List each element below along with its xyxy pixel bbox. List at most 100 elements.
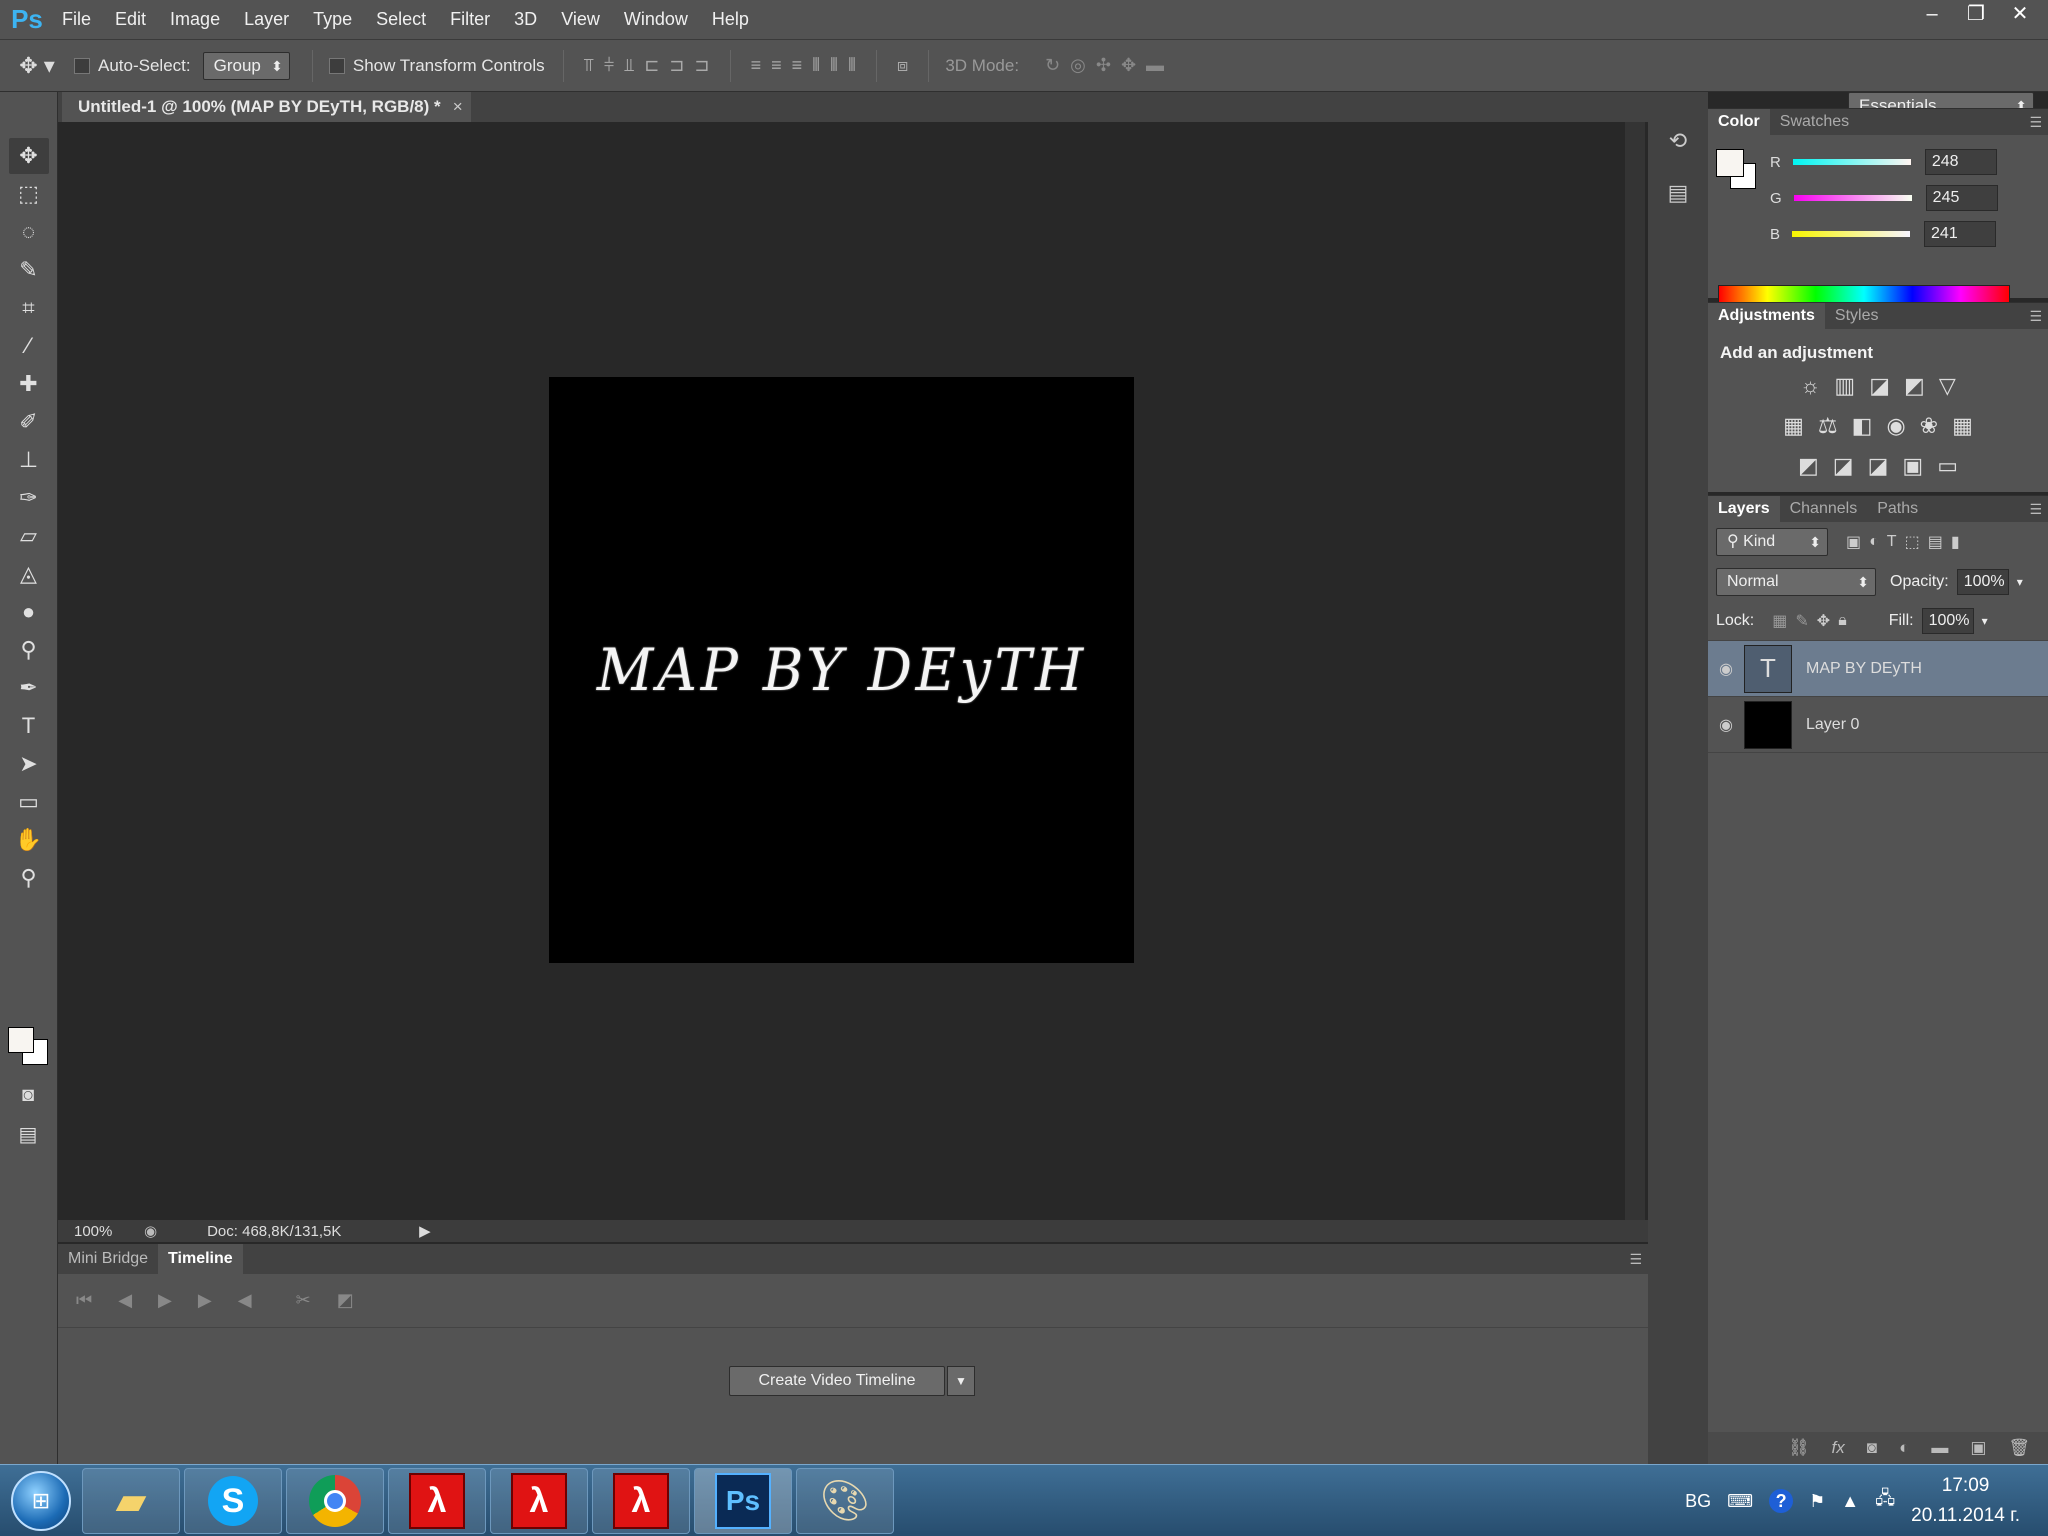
move-tool-preset-icon[interactable]: ✥ ▾ bbox=[0, 46, 74, 86]
align-top-icon[interactable]: ⫪ bbox=[584, 55, 594, 76]
filter-type-icon[interactable]: T bbox=[1887, 533, 1897, 551]
red-slider[interactable] bbox=[1792, 159, 1911, 165]
layer-item[interactable]: ◉ Layer 0 bbox=[1708, 697, 2048, 753]
lasso-tool-icon[interactable]: ◌ bbox=[9, 214, 49, 250]
canvas-text-layer[interactable]: MAP BY DEyTH bbox=[596, 636, 1086, 704]
paint-taskbar-button[interactable]: 🎨︎ bbox=[796, 1467, 894, 1534]
menu-window[interactable]: Window bbox=[612, 9, 700, 30]
distribute-vcenter-icon[interactable]: ≡ bbox=[771, 55, 782, 76]
type-tool-icon[interactable]: T bbox=[9, 708, 49, 744]
photo-filter-icon[interactable]: ◉ bbox=[1886, 413, 1905, 439]
3d-rotate-icon[interactable]: ↻ bbox=[1045, 55, 1060, 76]
prev-frame-icon[interactable]: ◀ bbox=[118, 1290, 132, 1311]
close-button[interactable]: ✕ bbox=[1998, 0, 2042, 28]
explorer-taskbar-button[interactable]: ▰ bbox=[82, 1467, 180, 1534]
audio-icon[interactable]: ◀ bbox=[238, 1290, 252, 1311]
tab-styles[interactable]: Styles bbox=[1825, 303, 1889, 329]
align-right-icon[interactable]: ⊐ bbox=[694, 55, 709, 76]
restore-button[interactable]: ❐ bbox=[1954, 0, 1998, 28]
status-menu-arrow-icon[interactable]: ▶ bbox=[419, 1222, 431, 1240]
brightness-contrast-icon[interactable]: ☼ bbox=[1800, 373, 1820, 399]
menu-3d[interactable]: 3D bbox=[502, 9, 549, 30]
action-center-icon[interactable]: ⚑ bbox=[1809, 1491, 1825, 1512]
auto-select-dropdown[interactable]: Group bbox=[202, 51, 290, 80]
layer-kind-filter[interactable]: ⚲ Kind bbox=[1716, 528, 1828, 556]
zoom-tool-icon[interactable]: ⚲ bbox=[9, 860, 49, 896]
link-layers-icon[interactable]: ⛓ bbox=[1788, 1438, 1810, 1458]
fill-dropdown-icon[interactable]: ▾ bbox=[1982, 614, 1988, 628]
language-indicator[interactable]: BG bbox=[1685, 1491, 1711, 1512]
blue-value[interactable]: 241 bbox=[1924, 221, 1997, 247]
screen-mode-icon[interactable]: ▤ bbox=[8, 1122, 48, 1152]
tab-channels[interactable]: Channels bbox=[1780, 496, 1868, 522]
distribute-hcenter-icon[interactable]: ⦀ bbox=[830, 55, 838, 76]
zoom-level[interactable]: 100% bbox=[58, 1223, 118, 1240]
blend-mode-dropdown[interactable]: Normal bbox=[1716, 568, 1876, 596]
rectangle-tool-icon[interactable]: ▭ bbox=[9, 784, 49, 820]
brush-tool-icon[interactable]: ✐ bbox=[9, 404, 49, 440]
show-transform-check-icon[interactable] bbox=[328, 57, 345, 74]
curves-icon[interactable]: ◪ bbox=[1869, 373, 1890, 399]
split-icon[interactable]: ✂ bbox=[296, 1290, 311, 1311]
status-icon[interactable]: ◉ bbox=[144, 1222, 157, 1240]
filter-pixel-icon[interactable]: ▣ bbox=[1846, 532, 1861, 552]
layer-name[interactable]: Layer 0 bbox=[1806, 716, 1859, 734]
marquee-tool-icon[interactable]: ⬚ bbox=[9, 176, 49, 212]
lock-transparent-icon[interactable]: ▦ bbox=[1772, 611, 1787, 631]
foreground-color-swatch[interactable] bbox=[8, 1027, 34, 1053]
quick-mask-icon[interactable]: ◙ bbox=[8, 1084, 48, 1114]
dodge-tool-icon[interactable]: ⚲ bbox=[9, 632, 49, 668]
canvas-scrollbar[interactable] bbox=[1625, 122, 1645, 1220]
filter-adjustment-icon[interactable]: ◐ bbox=[1869, 533, 1879, 551]
half-life-taskbar-button[interactable]: λ bbox=[490, 1467, 588, 1534]
clone-stamp-tool-icon[interactable]: ⊥ bbox=[9, 442, 49, 478]
new-group-icon[interactable]: ▬ bbox=[1931, 1438, 1948, 1458]
opacity-input[interactable]: 100% bbox=[1956, 569, 2009, 595]
tab-layers[interactable]: Layers bbox=[1708, 496, 1780, 522]
menu-layer[interactable]: Layer bbox=[232, 9, 301, 30]
quick-selection-tool-icon[interactable]: ✎ bbox=[9, 252, 49, 288]
tab-swatches[interactable]: Swatches bbox=[1770, 109, 1859, 135]
create-video-timeline-button[interactable]: Create Video Timeline bbox=[729, 1366, 945, 1396]
menu-select[interactable]: Select bbox=[364, 9, 438, 30]
properties-panel-icon[interactable]: ▤ bbox=[1658, 180, 1698, 212]
layer-style-icon[interactable]: fx bbox=[1832, 1438, 1845, 1458]
tab-mini-bridge[interactable]: Mini Bridge bbox=[58, 1244, 158, 1274]
vibrance-icon[interactable]: ▽ bbox=[1939, 373, 1956, 399]
lock-pixels-icon[interactable]: ✎ bbox=[1795, 611, 1808, 631]
paint-bucket-tool-icon[interactable]: ◬ bbox=[9, 556, 49, 592]
delete-layer-icon[interactable]: 🗑︎ bbox=[2008, 1438, 2030, 1458]
first-frame-icon[interactable]: ⏮ bbox=[76, 1290, 92, 1311]
green-slider[interactable] bbox=[1793, 195, 1912, 201]
menu-filter[interactable]: Filter bbox=[438, 9, 502, 30]
filter-shape-icon[interactable]: ⬚ bbox=[1905, 532, 1920, 552]
menu-help[interactable]: Help bbox=[700, 9, 761, 30]
blue-slider[interactable] bbox=[1792, 231, 1911, 237]
close-tab-icon[interactable]: × bbox=[453, 92, 463, 122]
visibility-eye-icon[interactable]: ◉ bbox=[1708, 715, 1744, 735]
threshold-icon[interactable]: ◪ bbox=[1868, 453, 1889, 479]
menu-type[interactable]: Type bbox=[301, 9, 364, 30]
levels-icon[interactable]: ▥ bbox=[1834, 373, 1855, 399]
tab-timeline[interactable]: Timeline bbox=[158, 1244, 243, 1274]
align-vcenter-icon[interactable]: ⫩ bbox=[604, 55, 614, 76]
clock[interactable]: 17:09 20.11.2014 г. bbox=[1911, 1471, 2020, 1531]
new-adjustment-layer-icon[interactable]: ◐ bbox=[1899, 1438, 1909, 1458]
pen-tool-icon[interactable]: ✒ bbox=[9, 670, 49, 706]
lock-position-icon[interactable]: ✥ bbox=[1817, 611, 1830, 631]
network-icon[interactable]: 🖧︎ bbox=[1875, 1486, 1895, 1516]
tab-color[interactable]: Color bbox=[1708, 109, 1770, 135]
auto-align-icon[interactable]: ⧈ bbox=[897, 55, 908, 76]
menu-file[interactable]: File bbox=[50, 9, 103, 30]
posterize-icon[interactable]: ◪ bbox=[1833, 453, 1854, 479]
timeline-type-dropdown[interactable]: ▼ bbox=[947, 1366, 975, 1396]
half-life-taskbar-button[interactable]: λ bbox=[388, 1467, 486, 1534]
menu-view[interactable]: View bbox=[549, 9, 612, 30]
fill-input[interactable]: 100% bbox=[1921, 608, 1974, 634]
panel-menu-icon[interactable]: ☰ bbox=[1629, 1244, 1648, 1274]
distribute-bottom-icon[interactable]: ≡ bbox=[792, 55, 803, 76]
tab-paths[interactable]: Paths bbox=[1867, 496, 1928, 522]
color-lookup-icon[interactable]: ▦ bbox=[1952, 413, 1973, 439]
auto-select-check-icon[interactable] bbox=[74, 57, 90, 74]
crop-tool-icon[interactable]: ⌗ bbox=[9, 290, 49, 326]
